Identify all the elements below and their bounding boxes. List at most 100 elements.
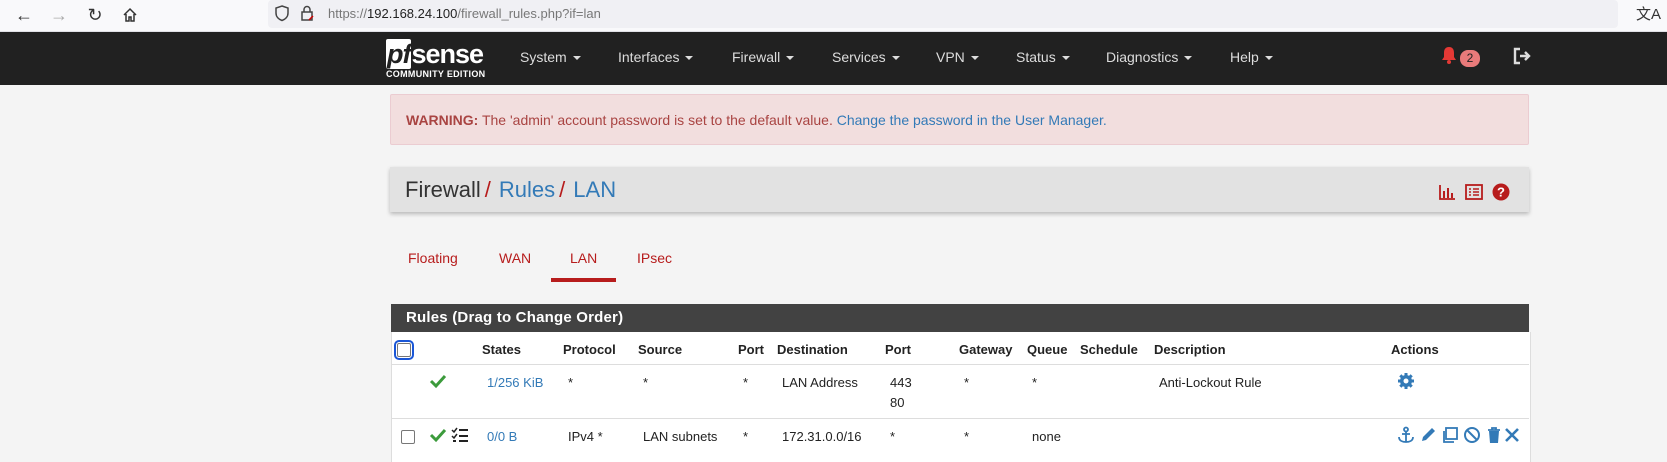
column-header-destination-port[interactable]: Port <box>885 342 911 357</box>
caret-down-icon <box>1264 56 1273 61</box>
logo-pf: pf <box>386 39 412 69</box>
help-question-icon[interactable]: ? <box>1492 183 1510 201</box>
rule-gateway: * <box>964 375 970 390</box>
menu-label: Status <box>1016 49 1056 65</box>
breadcrumb-firewall: Firewall <box>405 177 481 202</box>
gear-icon[interactable] <box>1397 372 1415 390</box>
column-header-schedule[interactable]: Schedule <box>1080 342 1138 357</box>
url-path: /firewall_rules.php?if=lan <box>457 6 601 21</box>
rule-protocol: * <box>568 375 574 390</box>
menu-label: Help <box>1230 49 1259 65</box>
remove-x-icon[interactable] <box>1503 426 1521 444</box>
default-password-warning: WARNING: The 'admin' account password is… <box>390 94 1529 145</box>
caret-down-icon <box>685 56 694 61</box>
tab-floating[interactable]: Floating <box>408 250 458 266</box>
url-text[interactable]: https://192.168.24.100/firewall_rules.ph… <box>328 6 601 21</box>
menu-system[interactable]: System <box>520 49 581 65</box>
rule-description: Anti-Lockout Rule <box>1159 375 1262 390</box>
rule-queue: * <box>1032 375 1038 390</box>
active-tab-indicator <box>551 278 616 282</box>
column-header-states[interactable]: States <box>482 342 521 357</box>
breadcrumb-rules[interactable]: Rules <box>499 177 555 202</box>
rules-panel-title: Rules (Drag to Change Order) <box>406 309 624 326</box>
url-prefix: https:// <box>328 6 368 21</box>
header-divider <box>391 364 1529 365</box>
menu-help[interactable]: Help <box>1230 49 1273 65</box>
column-header-protocol[interactable]: Protocol <box>563 342 616 357</box>
pass-check-icon <box>429 374 447 389</box>
logo-edition: COMMUNITY EDITION <box>386 69 486 79</box>
warning-label: WARNING: <box>406 112 479 128</box>
svg-text:?: ? <box>1497 185 1505 200</box>
menu-label: Services <box>832 49 886 65</box>
caret-down-icon <box>970 56 979 61</box>
column-header-destination[interactable]: Destination <box>777 342 848 357</box>
rule-destination: LAN Address <box>782 375 858 390</box>
list-log-icon[interactable] <box>1465 183 1483 201</box>
caret-down-icon <box>1184 56 1193 61</box>
translate-icon[interactable]: 文A <box>1636 3 1661 24</box>
rule-destination-port: * <box>890 429 896 444</box>
logout-icon[interactable] <box>1512 46 1532 66</box>
menu-label: System <box>520 49 567 65</box>
rule-source-port: * <box>743 429 749 444</box>
column-header-actions: Actions <box>1391 342 1439 357</box>
menu-status[interactable]: Status <box>1016 49 1070 65</box>
pfsense-logo[interactable]: pfsense COMMUNITY EDITION <box>386 39 494 81</box>
browser-toolbar: ← → ↻ https://192.168.24.100/firewall_ru… <box>0 0 1667 32</box>
notification-badge[interactable]: 2 <box>1460 50 1480 67</box>
rule-source-port: * <box>743 375 749 390</box>
row-divider <box>391 418 1529 419</box>
reload-icon[interactable]: ↻ <box>83 3 107 27</box>
column-header-description[interactable]: Description <box>1154 342 1226 357</box>
caret-down-icon <box>891 56 900 61</box>
rule-queue: none <box>1032 429 1061 444</box>
delete-trash-icon[interactable] <box>1485 426 1503 444</box>
rule-destination: 172.31.0.0/16 <box>782 429 862 444</box>
lock-icon[interactable] <box>298 4 316 22</box>
warning-message: The 'admin' account password is set to t… <box>478 112 837 128</box>
rule-source: LAN subnets <box>643 429 718 444</box>
column-header-gateway[interactable]: Gateway <box>959 342 1012 357</box>
edit-pencil-icon[interactable] <box>1419 426 1437 444</box>
notification-bell-icon[interactable] <box>1440 45 1458 65</box>
shield-icon[interactable] <box>273 4 291 22</box>
checklist-icon <box>451 427 468 442</box>
rule-source: * <box>643 375 649 390</box>
forward-arrow-icon[interactable]: → <box>47 3 71 27</box>
menu-interfaces[interactable]: Interfaces <box>618 49 694 65</box>
rule-gateway: * <box>964 429 970 444</box>
home-icon[interactable] <box>118 3 142 27</box>
caret-down-icon <box>786 56 795 61</box>
rule-states-link[interactable]: 0/0 B <box>487 429 517 444</box>
rule-destination-port: 80 <box>890 395 905 410</box>
copy-icon[interactable] <box>1441 426 1459 444</box>
breadcrumb-lan[interactable]: LAN <box>573 177 616 202</box>
tab-lan[interactable]: LAN <box>570 250 597 266</box>
menu-diagnostics[interactable]: Diagnostics <box>1106 49 1193 65</box>
anchor-icon[interactable] <box>1397 426 1415 444</box>
column-header-source[interactable]: Source <box>638 342 682 357</box>
breadcrumb-separator: / <box>559 177 566 202</box>
tab-wan[interactable]: WAN <box>499 250 531 266</box>
pass-check-icon <box>429 428 447 443</box>
url-host: 192.168.24.100 <box>367 6 458 21</box>
select-all-checkbox[interactable] <box>394 340 414 360</box>
rule-protocol: IPv4 * <box>568 429 603 444</box>
menu-label: VPN <box>936 49 965 65</box>
menu-firewall[interactable]: Firewall <box>732 49 795 65</box>
disable-ban-icon[interactable] <box>1463 426 1481 444</box>
column-header-queue[interactable]: Queue <box>1027 342 1067 357</box>
tab-ipsec[interactable]: IPsec <box>637 250 672 266</box>
bar-chart-icon[interactable] <box>1438 183 1456 201</box>
user-manager-link[interactable]: Change the password in the User Manager. <box>837 112 1107 128</box>
menu-label: Interfaces <box>618 49 680 65</box>
rule-select-checkbox[interactable] <box>401 430 415 444</box>
menu-vpn[interactable]: VPN <box>936 49 979 65</box>
rule-states-link[interactable]: 1/256 KiB <box>487 375 543 390</box>
column-header-source-port[interactable]: Port <box>738 342 764 357</box>
logo-sense: sense <box>411 39 484 69</box>
menu-services[interactable]: Services <box>832 49 900 65</box>
back-arrow-icon[interactable]: ← <box>12 3 36 27</box>
breadcrumb-panel: Firewall / Rules / LAN ? <box>390 167 1529 212</box>
